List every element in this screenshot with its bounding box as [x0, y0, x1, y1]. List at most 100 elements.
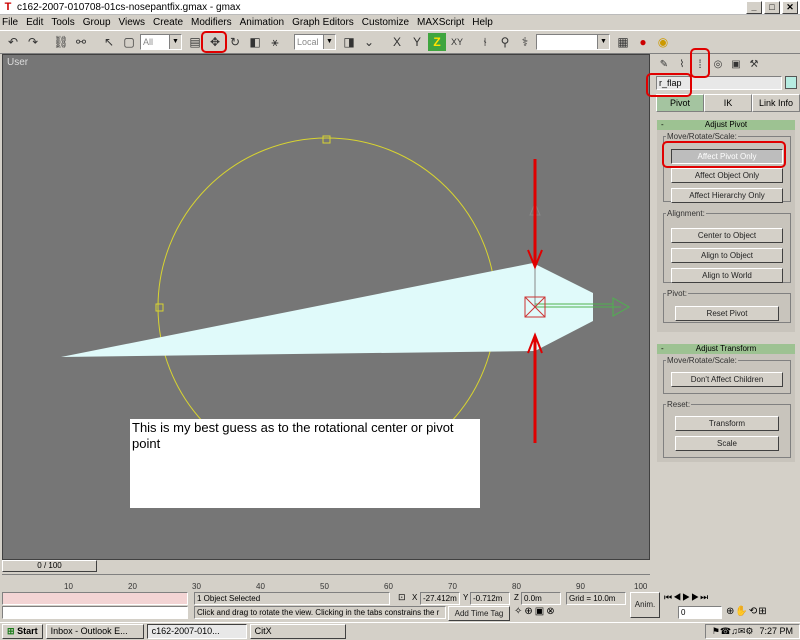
taskbar-item-gmax[interactable]: c162-2007-010... [146, 624, 247, 639]
display-tab-icon[interactable]: ▣ [728, 56, 744, 72]
undo-icon[interactable]: ↶ [4, 33, 22, 51]
align-to-object-button[interactable]: Align to Object [671, 248, 783, 263]
menu-create[interactable]: Create [153, 17, 183, 28]
gmax-app-icon[interactable]: T [2, 1, 14, 13]
select-icon[interactable]: ↖ [100, 33, 118, 51]
object-color-swatch[interactable] [785, 76, 797, 89]
animate-button[interactable]: Anim. [630, 592, 660, 618]
constraint-y-button[interactable]: Y [408, 33, 426, 51]
align-icon[interactable]: ⚲ [496, 33, 514, 51]
reference-coord-dropdown[interactable]: Local ▼ [294, 34, 336, 50]
minimize-button[interactable]: _ [746, 0, 762, 14]
align-to-world-button[interactable]: Align to World [671, 268, 783, 283]
current-frame-field[interactable]: 0 [678, 606, 722, 619]
timeline-track[interactable]: 10 20 30 40 50 60 70 80 90 100 [2, 574, 650, 591]
x-coord-label: X [412, 593, 418, 602]
menu-modifiers[interactable]: Modifiers [191, 17, 232, 28]
utilities-tab-icon[interactable]: ⚒ [746, 56, 762, 72]
quick-render-icon[interactable]: ◉ [654, 33, 672, 51]
affect-object-only-button[interactable]: Affect Object Only [671, 168, 783, 183]
named-selection-dropdown[interactable]: ▼ [536, 34, 610, 50]
unlink-icon[interactable]: ⚯ [72, 33, 90, 51]
clock: 7:27 PM [759, 626, 793, 636]
menu-customize[interactable]: Customize [362, 17, 409, 28]
create-tab-icon[interactable]: ✎ [656, 56, 672, 72]
reset-scale-button[interactable]: Scale [675, 436, 779, 451]
y-coord-label: Y [463, 593, 469, 602]
time-slider[interactable]: 0 / 100 [2, 560, 97, 572]
snap-icon[interactable]: ⚕ [516, 33, 534, 51]
scale-icon[interactable]: ◧ [246, 33, 264, 51]
mirror-icon[interactable]: ⫮ [476, 33, 494, 51]
menu-edit[interactable]: Edit [26, 17, 43, 28]
view-tools-icons[interactable]: ⊕✋⟲⊞ [726, 606, 768, 617]
menu-maxscript[interactable]: MAXScript [417, 17, 464, 28]
affect-pivot-highlight [662, 141, 786, 168]
selection-filter-dropdown[interactable]: All ▼ [140, 34, 182, 50]
selection-filter-value: All [143, 37, 154, 47]
adjust-pivot-header[interactable]: - Adjust Pivot [657, 120, 795, 130]
command-panel: ✎ ⌇ ⁞ ◎ ▣ ⚒ r_flap Pivot IK Link Info -A… [652, 54, 800, 560]
maxscript-input-field[interactable] [2, 606, 188, 619]
menu-graph-editors[interactable]: Graph Editors [292, 17, 354, 28]
adjust-transform-header[interactable]: - Adjust Transform [657, 344, 795, 354]
maximize-button[interactable]: □ [764, 0, 780, 14]
select-manipulate-icon[interactable]: ⌄ [360, 33, 378, 51]
pivot-group-label: Pivot: [666, 289, 689, 298]
constraint-xy-button[interactable]: XY [448, 33, 466, 51]
material-editor-icon[interactable]: ▦ [614, 33, 632, 51]
hierarchy-tab-highlight [690, 48, 710, 78]
grid-size: Grid = 10.0m [566, 592, 626, 605]
system-tray: ⚑☎♫✉⚙ 7:27 PM [704, 624, 800, 639]
z-coord-field[interactable]: 0.0m [521, 592, 561, 605]
playback-controls-icons[interactable]: ⏮◀▶▶⏭ [664, 592, 709, 603]
select-link-icon[interactable]: ⛓ [52, 33, 70, 51]
center-to-object-button[interactable]: Center to Object [671, 228, 783, 243]
start-button[interactable]: ⊞ Start [2, 624, 43, 639]
motion-tab-icon[interactable]: ◎ [710, 56, 726, 72]
menu-group[interactable]: Group [83, 17, 111, 28]
adjust-transform-rollout: - Adjust Transform Move/Rotate/Scale: Don… [657, 344, 795, 462]
menu-tools[interactable]: Tools [51, 17, 74, 28]
menu-animation[interactable]: Animation [240, 17, 284, 28]
lock-selection-icon[interactable]: ⊡ [398, 592, 406, 603]
chevron-down-icon: ▼ [597, 35, 609, 49]
close-button[interactable]: ✕ [782, 0, 798, 14]
menu-help[interactable]: Help [472, 17, 493, 28]
menu-views[interactable]: Views [119, 17, 146, 28]
add-time-tag-button[interactable]: Add Time Tag [448, 606, 510, 621]
reset-label: Reset: [666, 400, 692, 409]
constraint-z-button[interactable]: Z [428, 33, 446, 51]
maxscript-listener-field[interactable] [2, 592, 188, 605]
pivot-center-icon[interactable]: ◨ [340, 33, 358, 51]
redo-icon[interactable]: ↷ [24, 33, 42, 51]
windows-taskbar: ⊞ Start Inbox - Outlook E... c162-2007-0… [0, 622, 800, 640]
dont-affect-children-button[interactable]: Don't Affect Children [671, 372, 783, 387]
affect-hierarchy-only-button[interactable]: Affect Hierarchy Only [671, 188, 783, 203]
region-select-icon[interactable]: ▢ [120, 33, 138, 51]
windows-logo-icon: ⊞ [7, 626, 15, 636]
reset-pivot-button[interactable]: Reset Pivot [675, 306, 779, 321]
menu-file[interactable]: File [2, 17, 18, 28]
modify-tab-icon[interactable]: ⌇ [674, 56, 690, 72]
tab-ik[interactable]: IK [704, 94, 752, 112]
adjust-pivot-title: Adjust Pivot [704, 120, 748, 129]
reset-transform-button[interactable]: Transform [675, 416, 779, 431]
taskbar-item-citx[interactable]: CitX [249, 624, 346, 639]
y-coord-field[interactable]: -0.712m [470, 592, 510, 605]
main-toolbar: ↶ ↷ ⛓ ⚯ ↖ ▢ All ▼ ▤ ✥ ↻ ◧ ⚹ Local ▼ ◨ ⌄ X … [0, 30, 800, 54]
manipulate-icon[interactable]: ⚹ [266, 33, 284, 51]
rotate-icon[interactable]: ↻ [226, 33, 244, 51]
taskbar-item-outlook[interactable]: Inbox - Outlook E... [45, 624, 144, 639]
tray-icons[interactable]: ⚑☎♫✉⚙ [712, 625, 754, 638]
move-rotate-scale-label: Move/Rotate/Scale: [666, 132, 738, 141]
constraint-x-button[interactable]: X [388, 33, 406, 51]
reference-coord-value: Local [297, 37, 319, 47]
tab-link-info[interactable]: Link Info [752, 94, 800, 112]
viewport-nav-icons[interactable]: ✧⊕▣⊗ [514, 606, 557, 617]
x-coord-field[interactable]: -27.412m [420, 592, 460, 605]
chevron-down-icon: ▼ [323, 35, 335, 49]
render-icon[interactable]: ● [634, 33, 652, 51]
object-name-highlight [646, 73, 692, 97]
prompt-line: Click and drag to rotate the view. Click… [194, 606, 446, 619]
